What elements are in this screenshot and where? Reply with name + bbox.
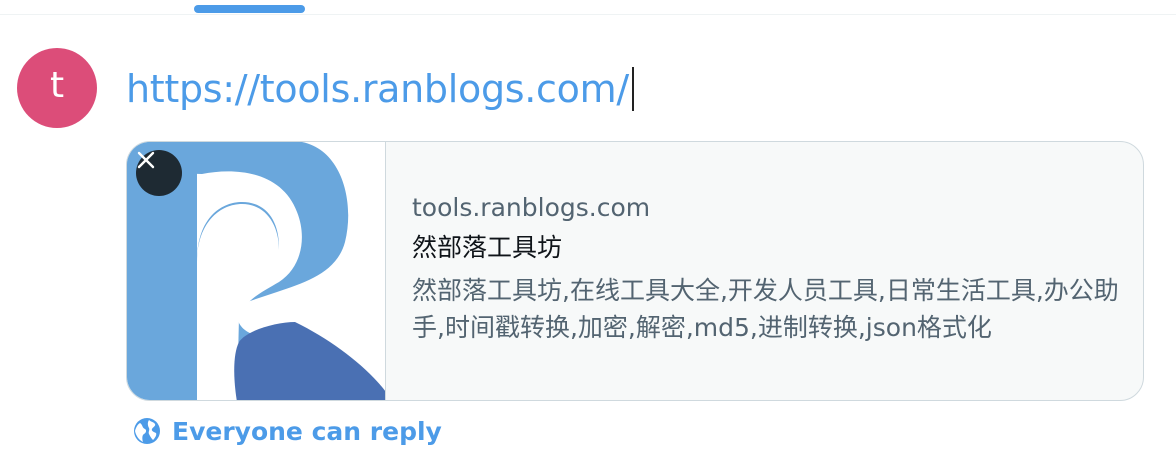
compose-textbox[interactable]: https://tools.ranblogs.com/ xyxy=(126,64,634,114)
link-preview-image xyxy=(127,142,386,400)
remove-card-button[interactable] xyxy=(136,150,182,196)
reply-setting-label: Everyone can reply xyxy=(172,416,442,446)
compose-link-text: https://tools.ranblogs.com/ xyxy=(126,67,629,111)
reply-setting-button[interactable]: Everyone can reply xyxy=(132,414,442,448)
close-icon xyxy=(137,151,155,169)
text-caret xyxy=(631,67,634,111)
avatar[interactable]: t xyxy=(17,48,97,128)
link-preview-card[interactable]: tools.ranblogs.com 然部落工具坊 然部落工具坊,在线工具大全,… xyxy=(126,141,1144,401)
link-description: 然部落工具坊,在线工具大全,开发人员工具,日常生活工具,办公助手,时间戳转换,加… xyxy=(412,276,1119,342)
link-domain: tools.ranblogs.com xyxy=(412,193,651,222)
avatar-initial: t xyxy=(49,65,65,106)
active-tab-indicator xyxy=(194,5,305,13)
link-title: 然部落工具坊 xyxy=(412,233,563,262)
compose-view: t https://tools.ranblogs.com/ tools.ranb… xyxy=(0,0,1176,468)
tab-divider xyxy=(0,14,1176,15)
globe-icon xyxy=(134,418,160,444)
link-preview-text: tools.ranblogs.com 然部落工具坊 然部落工具坊,在线工具大全,… xyxy=(412,190,1122,346)
